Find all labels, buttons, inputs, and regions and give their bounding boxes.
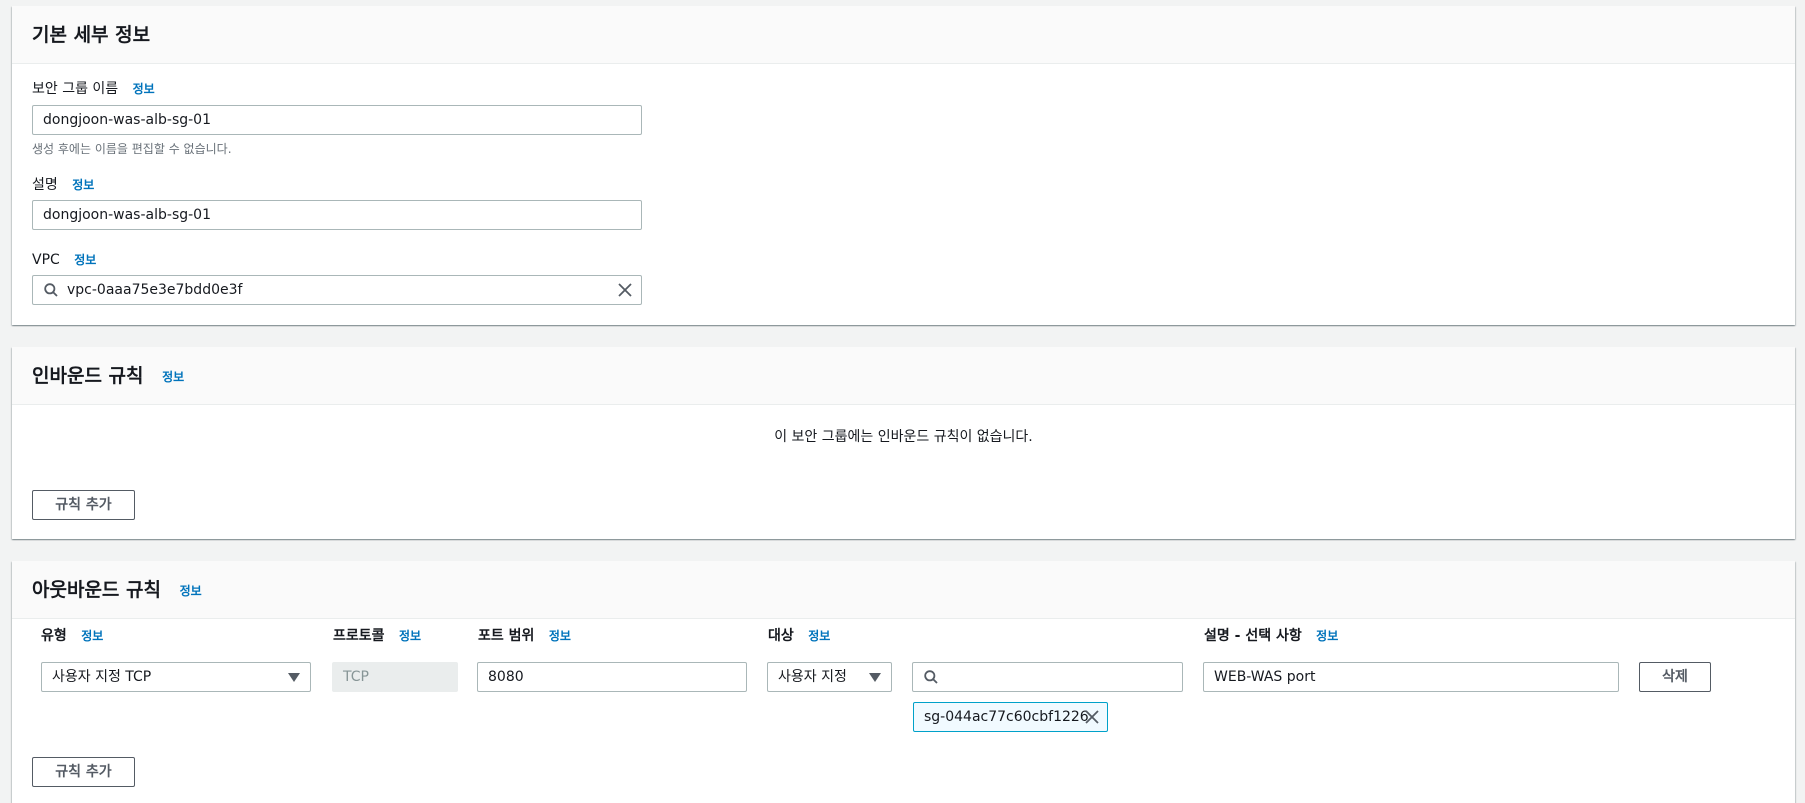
destination-search-input[interactable] <box>912 662 1183 692</box>
outbound-add-rule-button[interactable]: 규칙 추가 <box>32 757 135 787</box>
column-header-destination: 대상 정보 <box>768 625 830 645</box>
inbound-rules-panel: 인바운드 규칙 정보 이 보안 그룹에는 인바운드 규칙이 없습니다. 규칙 추… <box>12 347 1795 539</box>
basic-details-header: 기본 세부 정보 <box>12 6 1795 64</box>
outbound-info-link[interactable]: 정보 <box>180 584 202 598</box>
vpc-label-row: VPC 정보 <box>32 251 96 269</box>
destination-token: sg-044ac77c60cbf1226 <box>913 702 1108 732</box>
sg-name-info-link[interactable]: 정보 <box>133 82 155 96</box>
type-value: 사용자 지정 TCP <box>52 669 152 685</box>
port-range-info-link[interactable]: 정보 <box>549 629 571 643</box>
description-label-row: 설명 정보 <box>32 176 94 194</box>
description-column-info-link[interactable]: 정보 <box>1316 629 1338 643</box>
inbound-rules-title: 인바운드 규칙 <box>32 365 144 387</box>
delete-rule-button[interactable]: 삭제 <box>1639 662 1711 692</box>
protocol-field: TCP <box>332 662 458 692</box>
outbound-rules-title: 아웃바운드 규칙 <box>32 579 161 601</box>
basic-details-title: 기본 세부 정보 <box>32 24 151 46</box>
column-header-type: 유형 정보 <box>41 625 103 645</box>
caret-down-icon <box>288 673 300 682</box>
column-description-label: 설명 - 선택 사항 <box>1204 628 1302 644</box>
sg-name-hint: 생성 후에는 이름을 편집할 수 없습니다. <box>32 142 232 156</box>
outbound-rules-header: 아웃바운드 규칙 정보 <box>12 561 1795 619</box>
sg-name-input[interactable]: dongjoon-was-alb-sg-01 <box>32 105 642 135</box>
description-info-link[interactable]: 정보 <box>72 178 94 192</box>
search-icon <box>44 283 58 297</box>
column-header-protocol: 프로토콜 정보 <box>333 625 421 645</box>
sg-name-label: 보안 그룹 이름 <box>32 81 119 97</box>
description-label: 설명 <box>32 177 58 193</box>
column-header-port-range: 포트 범위 정보 <box>478 625 571 645</box>
basic-details-panel: 기본 세부 정보 보안 그룹 이름 정보 dongjoon-was-alb-sg… <box>12 6 1795 325</box>
inbound-rules-header: 인바운드 규칙 정보 <box>12 347 1795 405</box>
outbound-rules-title-row: 아웃바운드 규칙 정보 <box>32 578 202 603</box>
search-icon <box>924 670 938 684</box>
inbound-info-link[interactable]: 정보 <box>162 370 184 384</box>
inbound-add-rule-button[interactable]: 규칙 추가 <box>32 490 135 520</box>
inbound-empty-text: 이 보안 그룹에는 인바운드 규칙이 없습니다. <box>774 429 1033 445</box>
type-info-link[interactable]: 정보 <box>81 629 103 643</box>
caret-down-icon <box>869 673 881 682</box>
outbound-rules-panel: 아웃바운드 규칙 정보 유형 정보 프로토콜 정보 포트 범위 정보 대상 정보… <box>12 561 1795 803</box>
destination-type-select[interactable]: 사용자 지정 <box>767 662 892 692</box>
vpc-info-link[interactable]: 정보 <box>74 253 96 267</box>
rule-description-input[interactable]: WEB-WAS port <box>1203 662 1619 692</box>
vpc-value: vpc-0aaa75e3e7bdd0e3f <box>67 282 243 298</box>
column-type-label: 유형 <box>41 628 67 644</box>
port-range-input[interactable]: 8080 <box>477 662 747 692</box>
destination-info-link[interactable]: 정보 <box>808 629 830 643</box>
destination-type-value: 사용자 지정 <box>778 669 847 685</box>
sg-name-label-row: 보안 그룹 이름 정보 <box>32 80 155 98</box>
inbound-rules-title-row: 인바운드 규칙 정보 <box>32 364 184 389</box>
vpc-select[interactable]: vpc-0aaa75e3e7bdd0e3f <box>32 275 642 305</box>
column-port-range-label: 포트 범위 <box>478 628 535 644</box>
column-destination-label: 대상 <box>768 628 794 644</box>
vpc-label: VPC <box>32 252 60 268</box>
protocol-info-link[interactable]: 정보 <box>399 629 421 643</box>
description-input[interactable]: dongjoon-was-alb-sg-01 <box>32 200 642 230</box>
type-select[interactable]: 사용자 지정 TCP <box>41 662 311 692</box>
clear-icon[interactable] <box>618 283 632 297</box>
remove-token-icon[interactable] <box>1085 710 1099 724</box>
column-protocol-label: 프로토콜 <box>333 628 385 644</box>
destination-token-label: sg-044ac77c60cbf1226 <box>924 709 1089 725</box>
column-header-description: 설명 - 선택 사항 정보 <box>1204 625 1338 645</box>
